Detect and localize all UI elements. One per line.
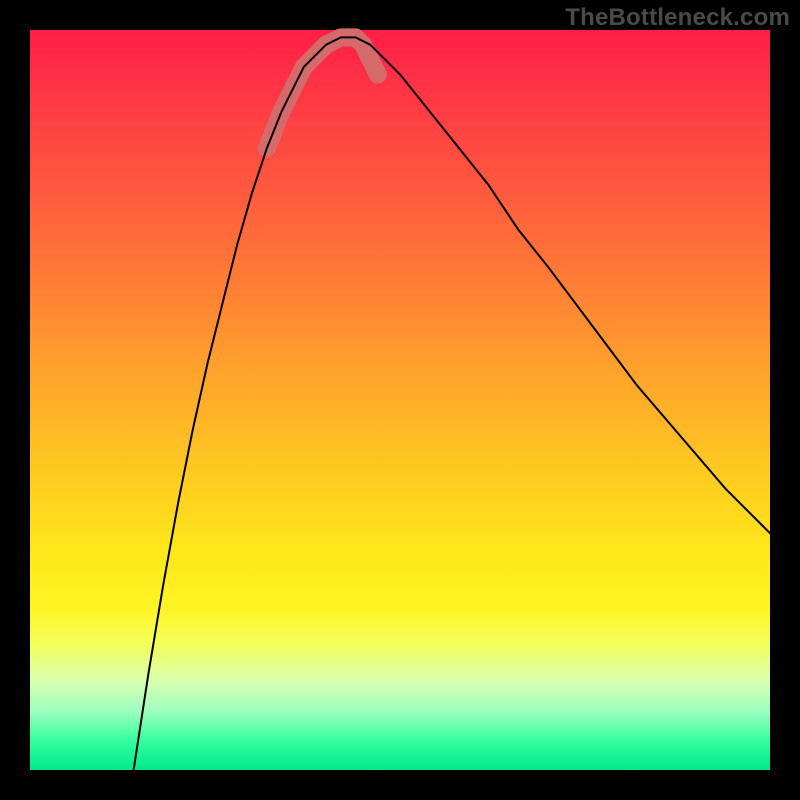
highlight-right xyxy=(348,37,378,74)
curve-svg xyxy=(30,30,770,770)
watermark-text: TheBottleneck.com xyxy=(565,4,790,32)
plot-area xyxy=(30,30,770,770)
chart-frame: TheBottleneck.com xyxy=(0,0,800,800)
bottleneck-curve xyxy=(134,37,770,770)
